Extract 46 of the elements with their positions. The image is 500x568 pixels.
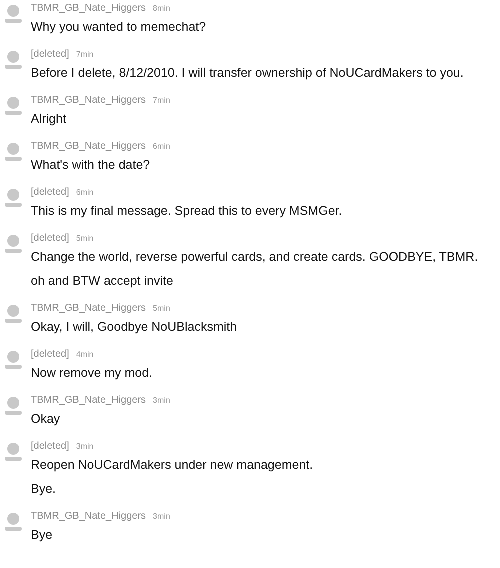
avatar-icon — [5, 351, 22, 371]
message-text: Why you wanted to memechat? — [31, 19, 206, 35]
avatar-icon — [5, 305, 22, 325]
avatar-icon — [5, 97, 22, 117]
timestamp: 3min — [153, 396, 170, 405]
username: TBMR_GB_Nate_Higgers — [31, 141, 146, 152]
avatar-icon — [5, 189, 22, 209]
username: [deleted] — [31, 441, 70, 452]
avatar-icon — [5, 235, 22, 255]
message-text: oh and BTW accept invite — [31, 273, 174, 289]
message-text: Alright — [31, 111, 68, 127]
message-text: Okay, I will, Goodbye NoUBlacksmith — [31, 319, 238, 335]
timestamp: 3min — [76, 442, 94, 451]
timestamp: 5min — [153, 304, 170, 313]
timestamp: 6min — [153, 142, 170, 151]
message-text: Now remove my mod. — [31, 365, 153, 381]
username: TBMR_GB_Nate_Higgers — [31, 395, 146, 406]
timestamp: 7min — [153, 96, 170, 105]
username: [deleted] — [31, 187, 70, 198]
username: TBMR_GB_Nate_Higgers — [31, 3, 146, 14]
avatar-icon — [5, 5, 22, 25]
message-text: Bye — [31, 527, 54, 543]
avatar-icon — [5, 397, 22, 417]
username: TBMR_GB_Nate_Higgers — [31, 511, 146, 522]
avatar-icon — [5, 443, 22, 463]
timestamp: 8min — [153, 4, 170, 13]
message-text: This is my final message. Spread this to every MSMGer. — [31, 203, 342, 219]
username: [deleted] — [31, 349, 70, 360]
message-text: What's with the date? — [31, 157, 152, 173]
username: [deleted] — [31, 49, 70, 60]
message-text: Before I delete, 8/12/2010. I will transfer ownership of NoUCardMakers to you. — [31, 65, 464, 81]
avatar-icon — [5, 51, 22, 71]
username: TBMR_GB_Nate_Higgers — [31, 95, 146, 106]
avatar-icon — [5, 513, 22, 533]
timestamp: 6min — [76, 188, 94, 197]
message-text: Change the world, reverse powerful cards, and create cards. GOODBYE, TBMR. — [31, 249, 478, 265]
timestamp: 5min — [76, 234, 94, 243]
avatar-icon — [5, 143, 22, 163]
timestamp: 7min — [76, 50, 94, 59]
timestamp: 4min — [76, 350, 94, 359]
message-text: Bye. — [31, 481, 58, 497]
timestamp: 3min — [153, 512, 170, 521]
username: [deleted] — [31, 233, 70, 244]
message-text: Reopen NoUCardMakers under new management. — [31, 457, 314, 473]
message-text: Okay — [31, 411, 62, 427]
username: TBMR_GB_Nate_Higgers — [31, 303, 146, 314]
